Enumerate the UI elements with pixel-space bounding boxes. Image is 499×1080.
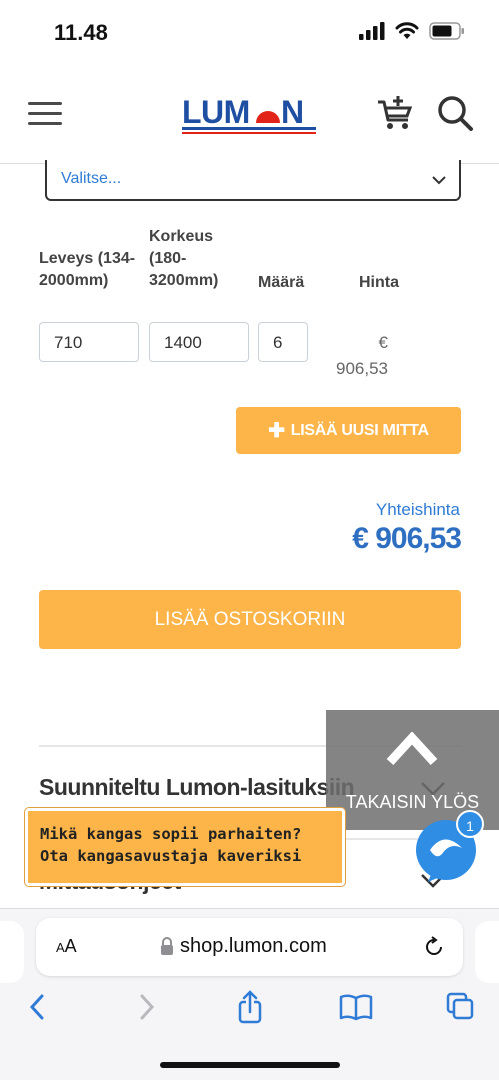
lumon-logo[interactable]: LUM N: [182, 92, 318, 136]
quantity-input[interactable]: 6: [258, 322, 308, 362]
plus-icon: ✚: [268, 420, 285, 442]
chevron-up-icon: [386, 732, 438, 766]
status-bar: 11.48: [0, 0, 499, 64]
column-header-price: Hinta: [359, 274, 399, 291]
chat-promo-line1: Mikä kangas sopii parhaiten?: [40, 825, 302, 843]
address-bar[interactable]: AAAA shop.lumon.com: [36, 918, 463, 976]
column-header-width: Leveys (134-2000mm): [39, 250, 136, 289]
forward-icon[interactable]: [130, 990, 162, 1024]
chat-promo-banner[interactable]: Mikä kangas sopii parhaiten? Ota kangasa…: [25, 808, 345, 886]
total-value: € 906,53: [352, 522, 462, 555]
menu-icon[interactable]: [28, 102, 62, 126]
cellular-signal-icon: [359, 22, 385, 40]
chat-promo-line2: Ota kangasavustaja kaveriksi: [40, 847, 302, 865]
add-measurement-button[interactable]: ✚ LISÄÄ UUSI MITTA: [236, 407, 461, 454]
share-icon[interactable]: [234, 990, 266, 1024]
add-to-cart-label: LISÄÄ OSTOSKORIIN: [154, 608, 346, 630]
home-indicator: [160, 1062, 340, 1068]
height-input[interactable]: 1400: [149, 322, 249, 362]
site-header: LUM N: [0, 64, 499, 164]
previous-tab-preview[interactable]: [0, 921, 24, 983]
column-header-height: Korkeus (180-3200mm): [149, 228, 219, 289]
row-price-value: 906,53: [336, 359, 388, 378]
bookmarks-icon[interactable]: [338, 990, 374, 1024]
reload-icon[interactable]: [423, 936, 445, 958]
status-time: 11.48: [54, 20, 108, 45]
chevron-down-icon: [432, 176, 446, 185]
add-to-cart-icon[interactable]: [376, 94, 414, 132]
wifi-icon: [395, 22, 419, 39]
svg-text:LUM: LUM: [182, 94, 250, 130]
next-tab-preview[interactable]: [475, 921, 499, 983]
search-icon[interactable]: [436, 94, 474, 132]
lock-icon: [161, 937, 173, 955]
text-size-button[interactable]: AAAA: [56, 936, 77, 957]
add-to-cart-button[interactable]: LISÄÄ OSTOSKORIIN: [39, 590, 461, 649]
url-text: shop.lumon.com: [180, 935, 327, 957]
back-icon[interactable]: [22, 990, 54, 1024]
option-select[interactable]: Valitse...: [45, 160, 461, 201]
battery-icon: [429, 22, 464, 40]
row-price: € 906,53: [320, 330, 388, 382]
svg-text:N: N: [281, 94, 304, 130]
add-measurement-label: LISÄÄ UUSI MITTA: [290, 421, 429, 439]
width-input[interactable]: 710: [39, 322, 139, 362]
tabs-icon[interactable]: [444, 990, 476, 1024]
chat-notification-badge: 1: [456, 810, 484, 838]
total-label: Yhteishinta: [375, 500, 460, 519]
status-icons: [359, 22, 465, 40]
column-header-quantity: Määrä: [258, 274, 305, 291]
row-price-currency: €: [378, 333, 388, 352]
accordion-designed-for-lumon[interactable]: Suunniteltu Lumon-lasituksiin: [39, 774, 355, 801]
select-value: Valitse...: [61, 170, 122, 187]
